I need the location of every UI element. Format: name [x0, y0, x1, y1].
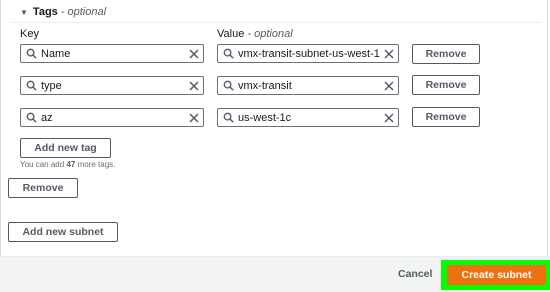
create-subnet-button[interactable]: Create subnet: [447, 265, 546, 285]
add-new-subnet-button[interactable]: Add new subnet: [8, 222, 118, 242]
value-column-label: Value - optional: [217, 28, 293, 40]
search-icon: [21, 48, 41, 59]
key-column-label: Key: [20, 28, 39, 40]
tag-value-text: vmx-transit: [238, 79, 292, 92]
panel-left-border: [0, 0, 1, 256]
clear-icon[interactable]: [185, 80, 203, 91]
tag-key-input[interactable]: type: [20, 76, 204, 95]
tag-key-input[interactable]: az: [20, 108, 204, 127]
search-icon: [218, 48, 238, 59]
cancel-button[interactable]: Cancel: [398, 268, 432, 280]
panel-right-border: [547, 0, 548, 256]
tag-key-input[interactable]: Name: [20, 44, 204, 63]
tag-key-value: az: [41, 111, 53, 124]
add-new-tag-button[interactable]: Add new tag: [20, 138, 111, 158]
remove-tag-button[interactable]: Remove: [412, 75, 480, 95]
clear-icon[interactable]: [185, 112, 203, 123]
clear-icon[interactable]: [380, 80, 398, 91]
remove-tag-button[interactable]: Remove: [412, 44, 480, 64]
search-icon: [21, 80, 41, 91]
divider: [12, 22, 542, 23]
clear-icon[interactable]: [185, 48, 203, 59]
caret-down-icon: ▼: [20, 7, 28, 17]
tags-title: Tags: [32, 6, 58, 18]
tag-value-input[interactable]: vmx-transit-subnet-us-west-1-: [217, 44, 399, 63]
tags-optional: - optional: [60, 6, 107, 18]
tag-value-text: vmx-transit-subnet-us-west-1-: [238, 47, 380, 60]
tag-value-input[interactable]: us-west-1c: [217, 108, 399, 127]
tag-value-text: us-west-1c: [238, 111, 292, 124]
tags-section-header[interactable]: ▼ Tags - optional: [20, 4, 106, 20]
tag-key-value: type: [41, 79, 62, 92]
search-icon: [218, 80, 238, 91]
search-icon: [218, 112, 238, 123]
tags-remaining-hint: You can add 47 more tags.: [20, 160, 116, 169]
tag-key-value: Name: [41, 47, 71, 60]
remove-tag-button[interactable]: Remove: [412, 107, 480, 127]
tag-value-input[interactable]: vmx-transit: [217, 76, 399, 95]
clear-icon[interactable]: [380, 48, 398, 59]
clear-icon[interactable]: [380, 112, 398, 123]
remove-subnet-button[interactable]: Remove: [8, 178, 78, 198]
search-icon: [21, 112, 41, 123]
